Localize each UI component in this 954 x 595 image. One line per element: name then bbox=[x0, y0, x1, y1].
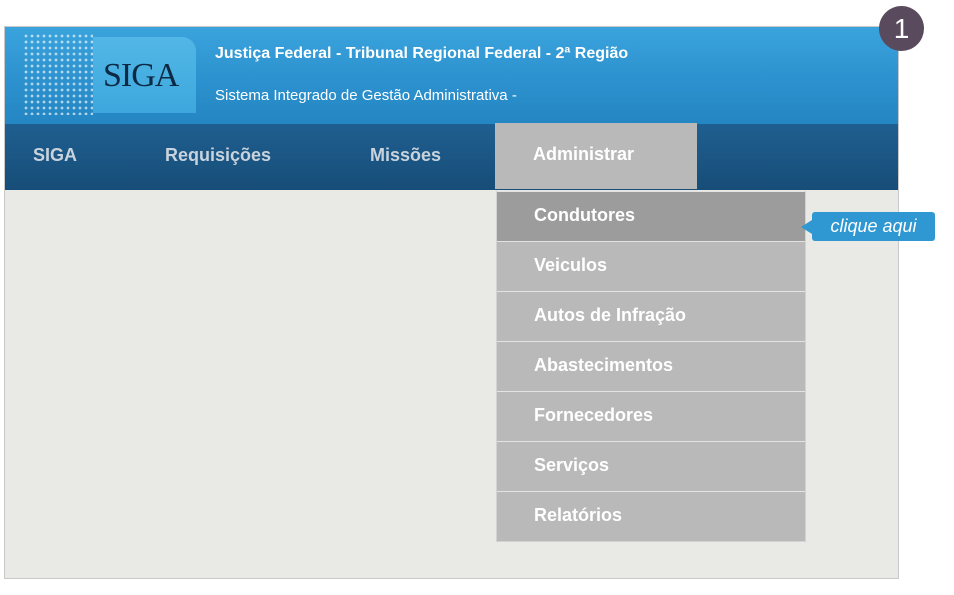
click-here-callout: clique aqui bbox=[812, 212, 935, 241]
menu-item-abastecimentos[interactable]: Abastecimentos bbox=[497, 341, 805, 391]
nav-item-siga[interactable]: SIGA bbox=[33, 124, 77, 190]
nav-item-requisicoes[interactable]: Requisições bbox=[165, 124, 271, 190]
menu-item-autos-de-infracao[interactable]: Autos de Infração bbox=[497, 291, 805, 341]
app-subtitle: Sistema Integrado de Gestão Administrati… bbox=[215, 87, 517, 104]
menu-item-relatorios[interactable]: Relatórios bbox=[497, 491, 805, 541]
logo-pattern bbox=[23, 33, 93, 115]
administrar-dropdown-menu: Condutores Veiculos Autos de Infração Ab… bbox=[496, 191, 806, 542]
callout-arrow-icon bbox=[801, 220, 812, 234]
app-header: SIGA Justiça Federal - Tribunal Regional… bbox=[5, 27, 898, 124]
menu-item-servicos[interactable]: Serviços bbox=[497, 441, 805, 491]
menu-item-condutores[interactable]: Condutores bbox=[497, 191, 805, 241]
app-window: SIGA Justiça Federal - Tribunal Regional… bbox=[4, 26, 899, 579]
nav-item-missoes[interactable]: Missões bbox=[370, 124, 441, 190]
logo-text: SIGA bbox=[103, 57, 179, 94]
menu-item-fornecedores[interactable]: Fornecedores bbox=[497, 391, 805, 441]
step-number-badge: 1 bbox=[879, 6, 924, 51]
logo[interactable]: SIGA bbox=[93, 37, 196, 113]
menu-item-veiculos[interactable]: Veiculos bbox=[497, 241, 805, 291]
app-title: Justiça Federal - Tribunal Regional Fede… bbox=[215, 45, 629, 62]
main-navbar: SIGA Requisições Missões Administrar bbox=[5, 123, 898, 190]
nav-item-administrar[interactable]: Administrar bbox=[495, 123, 697, 189]
